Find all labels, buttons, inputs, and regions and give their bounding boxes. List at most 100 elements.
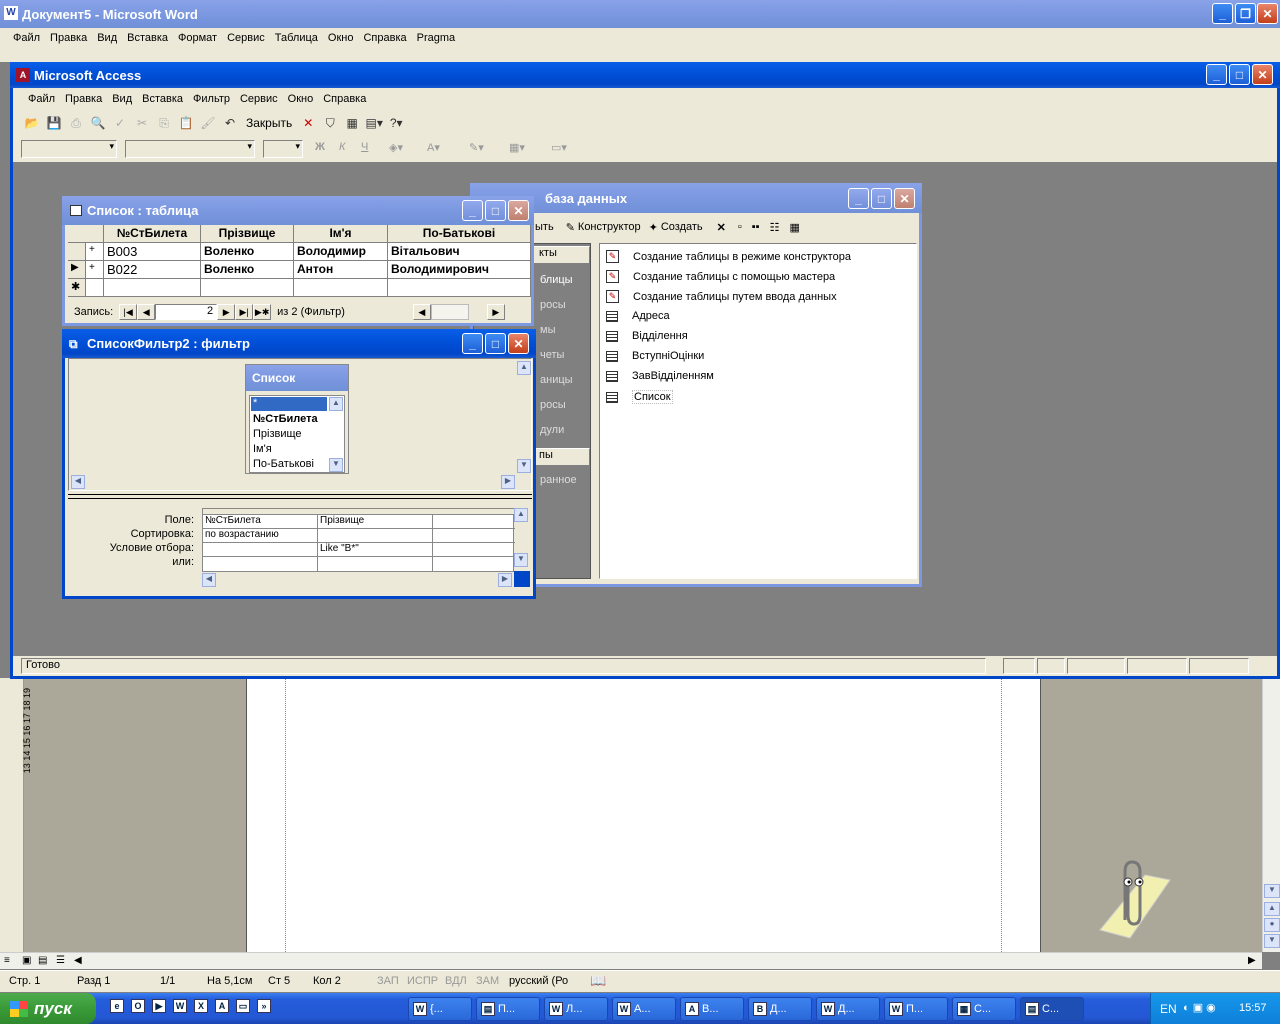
cell[interactable] [201, 279, 294, 297]
word-menu-table[interactable]: Таблица [270, 32, 323, 44]
access-menu-view[interactable]: Вид [107, 93, 137, 105]
expand-icon[interactable]: + [86, 243, 104, 261]
table-row[interactable]: ▶ + В022 Воленко Антон Володимирович [68, 261, 531, 279]
word-menu-file[interactable]: Файл [8, 32, 45, 44]
task-button-4[interactable]: W А... [612, 997, 676, 1021]
access-menu-filter[interactable]: Фильтр [188, 93, 235, 105]
criteria-cell[interactable]: Прізвище [318, 515, 433, 529]
table-maximize-button[interactable]: □ [485, 200, 506, 221]
word-vscrollbar[interactable]: ▼ ▲ ● ▼ [1262, 678, 1280, 952]
clock[interactable]: 15:57 [1239, 1002, 1267, 1014]
access-maximize-button[interactable]: □ [1229, 64, 1250, 85]
help-icon[interactable]: ?▾ [385, 112, 407, 134]
access-menu-tools[interactable]: Сервис [235, 93, 283, 105]
excel-icon[interactable]: X [194, 999, 208, 1013]
grid-scroll-left[interactable]: ◀ [202, 573, 216, 587]
task-button-9[interactable]: ▦ С... [952, 997, 1016, 1021]
field-list-item-star[interactable]: * [251, 397, 327, 411]
criteria-cell[interactable] [433, 543, 515, 557]
cell[interactable] [104, 279, 201, 297]
status-ext[interactable]: ВДЛ [445, 975, 467, 987]
word-menu-view[interactable]: Вид [92, 32, 122, 44]
new-record-button[interactable]: ▶✱ [253, 304, 272, 320]
hscroll-track[interactable] [430, 304, 469, 320]
task-button-10[interactable]: ▤ С... [1020, 997, 1084, 1021]
cell[interactable]: Вітальович [388, 243, 531, 261]
task-button-2[interactable]: ▤ П... [476, 997, 540, 1021]
font-combo[interactable]: ▾ [125, 140, 255, 158]
apply-filter-save-icon[interactable]: 📂 [21, 112, 43, 134]
field-scroll-down[interactable]: ▼ [329, 458, 343, 472]
access-menu-file[interactable]: Файл [23, 93, 60, 105]
row-selector[interactable] [68, 243, 86, 261]
word-menu-insert[interactable]: Вставка [122, 32, 173, 44]
pane-scroll-left[interactable]: ◀ [71, 475, 85, 489]
criteria-cell[interactable] [433, 529, 515, 543]
db-list-item-1[interactable]: ✎ Создание таблицы в режиме конструктора [606, 250, 851, 263]
criteria-cell[interactable] [318, 557, 433, 571]
criteria-cell[interactable]: №СтБилета [203, 515, 318, 529]
access-minimize-button[interactable]: _ [1206, 64, 1227, 85]
apply-filter-icon[interactable]: ⛉ [319, 112, 341, 134]
current-record-icon[interactable]: ▶ [68, 261, 86, 279]
close-filter-button[interactable]: Закрыть [241, 116, 297, 130]
record-number-input[interactable]: 2 [155, 304, 218, 320]
new-record-row[interactable]: ✱ [68, 279, 531, 297]
task-button-7[interactable]: W Д... [816, 997, 880, 1021]
shortcut-icon[interactable]: » [257, 999, 271, 1013]
cell[interactable]: Воленко [201, 261, 294, 279]
field-list-title[interactable]: Список [246, 365, 348, 391]
object-combo[interactable]: ▾ [21, 140, 117, 158]
criteria-cell[interactable]: Like "В*" [318, 543, 433, 557]
db-list-item-4[interactable]: Адреса [606, 310, 670, 322]
field-list-item[interactable]: №СтБилета [253, 413, 318, 425]
fontsize-combo[interactable]: ▾ [263, 140, 303, 158]
gridlines-icon[interactable]: ▦▾ [509, 141, 525, 154]
new-object-icon[interactable]: ▤▾ [363, 112, 385, 134]
db-create-button[interactable]: Создать [661, 221, 703, 233]
criteria-cell[interactable] [433, 557, 515, 571]
filter-maximize-button[interactable]: □ [485, 333, 506, 354]
word-close-button[interactable]: ✕ [1257, 3, 1278, 24]
small-icons-icon[interactable]: ▪▪ [752, 221, 760, 233]
db-titlebar[interactable]: база данных _ □ ✕ [470, 183, 922, 213]
cell[interactable]: Антон [294, 261, 388, 279]
spelling-icon[interactable]: ✓ [109, 112, 131, 134]
word-menu-window[interactable]: Окно [323, 32, 359, 44]
word-hscroll-bar[interactable]: ≡ ▣ ▤ ☰ ◀ ▶ [0, 952, 1262, 969]
start-button[interactable]: пуск [0, 993, 96, 1024]
scroll-left-icon[interactable]: ◀ [74, 955, 82, 966]
task-button-1[interactable]: W {... [408, 997, 472, 1021]
list-view-icon[interactable]: ☷ [770, 221, 780, 234]
access-menu-help[interactable]: Справка [318, 93, 371, 105]
new-record-icon[interactable]: ✱ [68, 279, 86, 297]
db-sidebar-favorites[interactable]: ранное [540, 474, 577, 486]
word-restore-button[interactable]: ❐ [1235, 3, 1256, 24]
db-list-item-7[interactable]: ЗавВідділенням [606, 370, 714, 382]
column-header[interactable]: По-Батькові [388, 225, 531, 243]
table-minimize-button[interactable]: _ [462, 200, 483, 221]
db-sidebar-reports[interactable]: четы [540, 349, 564, 361]
column-header[interactable]: Ім'я [294, 225, 388, 243]
pane-scroll-up[interactable]: ▲ [517, 361, 531, 375]
cell[interactable]: Володимир [294, 243, 388, 261]
bold-icon[interactable]: Ж [315, 141, 325, 153]
hscroll-left-button[interactable]: ◀ [412, 304, 431, 320]
status-rec[interactable]: ЗАП [377, 975, 399, 987]
print-icon[interactable]: ⎙ [65, 112, 87, 134]
access-titlebar[interactable]: A Microsoft Access _ □ ✕ [10, 62, 1280, 88]
status-trk[interactable]: ИСПР [407, 975, 438, 987]
criteria-cell[interactable] [433, 515, 515, 529]
cell[interactable]: В022 [104, 261, 201, 279]
special-effect-icon[interactable]: ▭▾ [551, 141, 567, 154]
table-close-button[interactable]: ✕ [508, 200, 529, 221]
grid-scroll-down[interactable]: ▼ [514, 553, 528, 567]
cell[interactable] [388, 279, 531, 297]
browse-object-button[interactable]: ● [1264, 918, 1280, 932]
web-view-icon[interactable]: ▣ [22, 955, 31, 966]
copy-icon[interactable]: ⎘ [153, 112, 175, 134]
grid-scroll-up[interactable]: ▲ [514, 508, 528, 522]
spelling-status-icon[interactable]: 📖 [590, 973, 606, 989]
prev-page-button[interactable]: ▲ [1264, 902, 1280, 916]
cell[interactable] [294, 279, 388, 297]
